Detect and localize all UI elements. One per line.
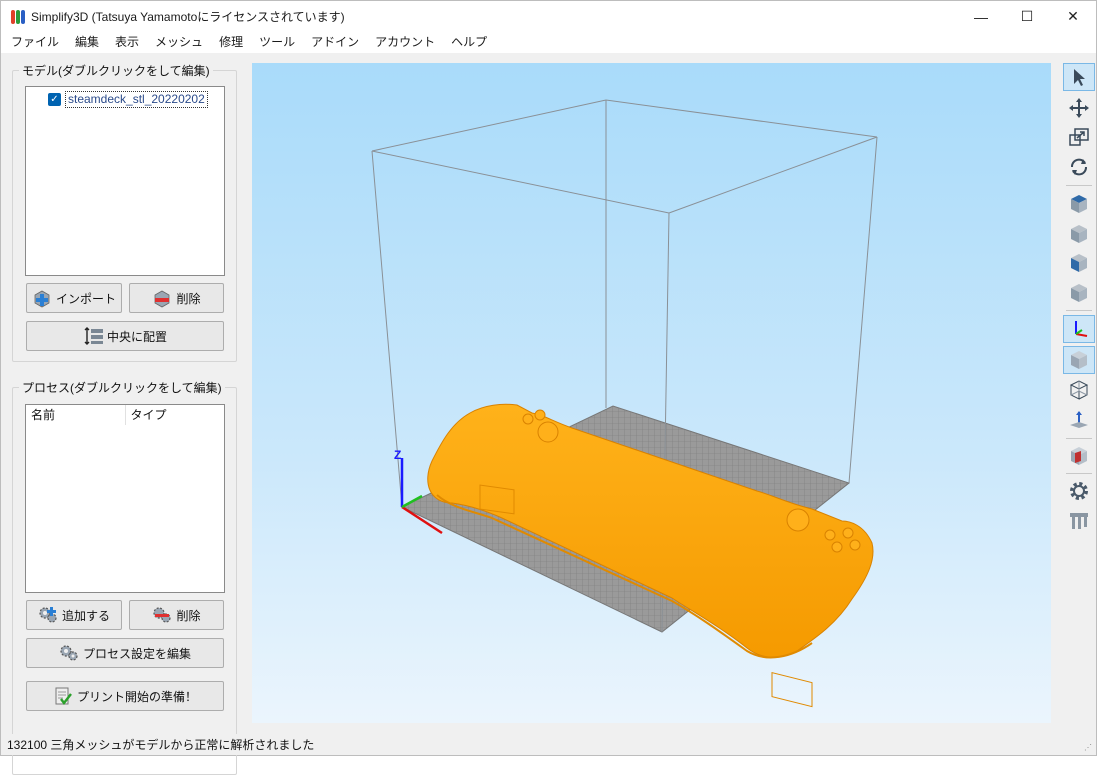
solid-view-icon[interactable] [1063,346,1095,374]
checklist-icon [53,686,73,706]
app-window: Simplify3D (Tatsuya Yamamotoにライセンスされています… [0,0,1097,775]
right-toolbar [1062,59,1096,734]
maximize-button[interactable]: ☐ [1004,1,1050,32]
select-arrow-icon[interactable] [1063,63,1095,91]
add-process-button[interactable]: 追加する [26,600,122,630]
menu-edit[interactable]: 編集 [67,32,107,53]
delete-model-button[interactable]: 削除 [129,283,224,313]
center-arrange-label: 中央に配置 [106,329,167,344]
arrange-icon [83,326,103,346]
processes-group-title: プロセス(ダブルクリックをして編集) [22,381,222,395]
build-volume-back [371,99,878,408]
add-gears-icon [38,605,58,625]
import-cube-icon [32,288,52,308]
model-list-item[interactable]: ✓ steamdeck_stl_20220202 [48,91,208,108]
processes-list-header: 名前 タイプ [26,405,224,425]
title-bar: Simplify3D (Tatsuya Yamamotoにライセンスされています… [1,1,1096,32]
delete-cube-icon [152,288,172,308]
column-type[interactable]: タイプ [126,405,225,425]
simplify3d-logo-icon [11,9,25,24]
model-name: steamdeck_stl_20220202 [65,91,208,108]
3d-viewport[interactable]: Z [252,63,1051,723]
column-name[interactable]: 名前 [26,405,126,425]
view-top-icon[interactable] [1063,190,1095,218]
gears-icon [59,643,79,663]
model-visible-checkbox[interactable]: ✓ [48,93,61,106]
processes-list[interactable]: 名前 タイプ [25,404,225,593]
left-panel: モデル(ダブルクリックをして編集) ✓ steamdeck_stl_202202… [1,54,249,775]
window-title: Simplify3D (Tatsuya Yamamotoにライセンスされています… [31,10,345,24]
prepare-to-print-button[interactable]: プリント開始の準備！ [26,681,224,711]
close-button[interactable]: ✕ [1050,1,1096,32]
build-platform-icon[interactable] [1063,406,1095,434]
supports-icon[interactable] [1063,507,1095,535]
status-bar: 132100 三角メッシュがモデルから正常に解析されました ⋰ [1,734,1096,755]
view-front-icon[interactable] [1063,220,1095,248]
toolbar-separator [1066,438,1092,439]
center-arrange-button[interactable]: 中央に配置 [26,321,224,351]
toolbar-separator [1066,185,1092,186]
move-icon[interactable] [1063,94,1095,122]
scale-icon[interactable] [1063,123,1095,151]
menu-help[interactable]: ヘルプ [443,32,495,53]
delete-process-label: 削除 [176,608,201,623]
status-message: 132100 三角メッシュがモデルから正常に解析されました [7,738,315,752]
import-button[interactable]: インポート [26,283,122,313]
view-side-icon[interactable] [1063,249,1095,277]
prepare-to-print-label: プリント開始の準備！ [76,689,197,704]
wireframe-view-icon[interactable] [1063,376,1095,404]
add-process-label: 追加する [61,608,110,623]
menu-account[interactable]: アカウント [367,32,443,53]
menu-tools[interactable]: ツール [251,32,303,53]
models-list[interactable]: ✓ steamdeck_stl_20220202 [25,86,225,276]
view-iso-icon[interactable] [1063,279,1095,307]
menu-mesh[interactable]: メッシュ [147,32,211,53]
menu-view[interactable]: 表示 [107,32,147,53]
axes-icon[interactable] [1063,315,1095,343]
rotate-icon[interactable] [1063,153,1095,181]
resize-grip-icon[interactable]: ⋰ [1084,743,1094,753]
menu-bar: ファイル 編集 表示 メッシュ 修理 ツール アドイン アカウント ヘルプ [1,32,1096,53]
toolbar-separator [1066,473,1092,474]
z-axis-label: Z [394,448,401,462]
edit-process-settings-button[interactable]: プロセス設定を編集 [26,638,224,668]
delete-gears-icon [152,605,172,625]
menu-repair[interactable]: 修理 [211,32,251,53]
import-button-label: インポート [55,291,116,306]
gear-icon[interactable] [1063,477,1095,505]
delete-process-button[interactable]: 削除 [129,600,224,630]
scene-render: Z [371,99,878,708]
menu-addins[interactable]: アドイン [303,32,367,53]
minimize-button[interactable]: — [958,1,1004,32]
models-group-title: モデル(ダブルクリックをして編集) [22,64,210,78]
toolbar-separator [1066,310,1092,311]
menu-file[interactable]: ファイル [3,32,67,53]
cross-section-icon[interactable] [1063,442,1095,470]
delete-model-label: 削除 [176,291,201,306]
edit-process-settings-label: プロセス設定を編集 [82,646,191,661]
